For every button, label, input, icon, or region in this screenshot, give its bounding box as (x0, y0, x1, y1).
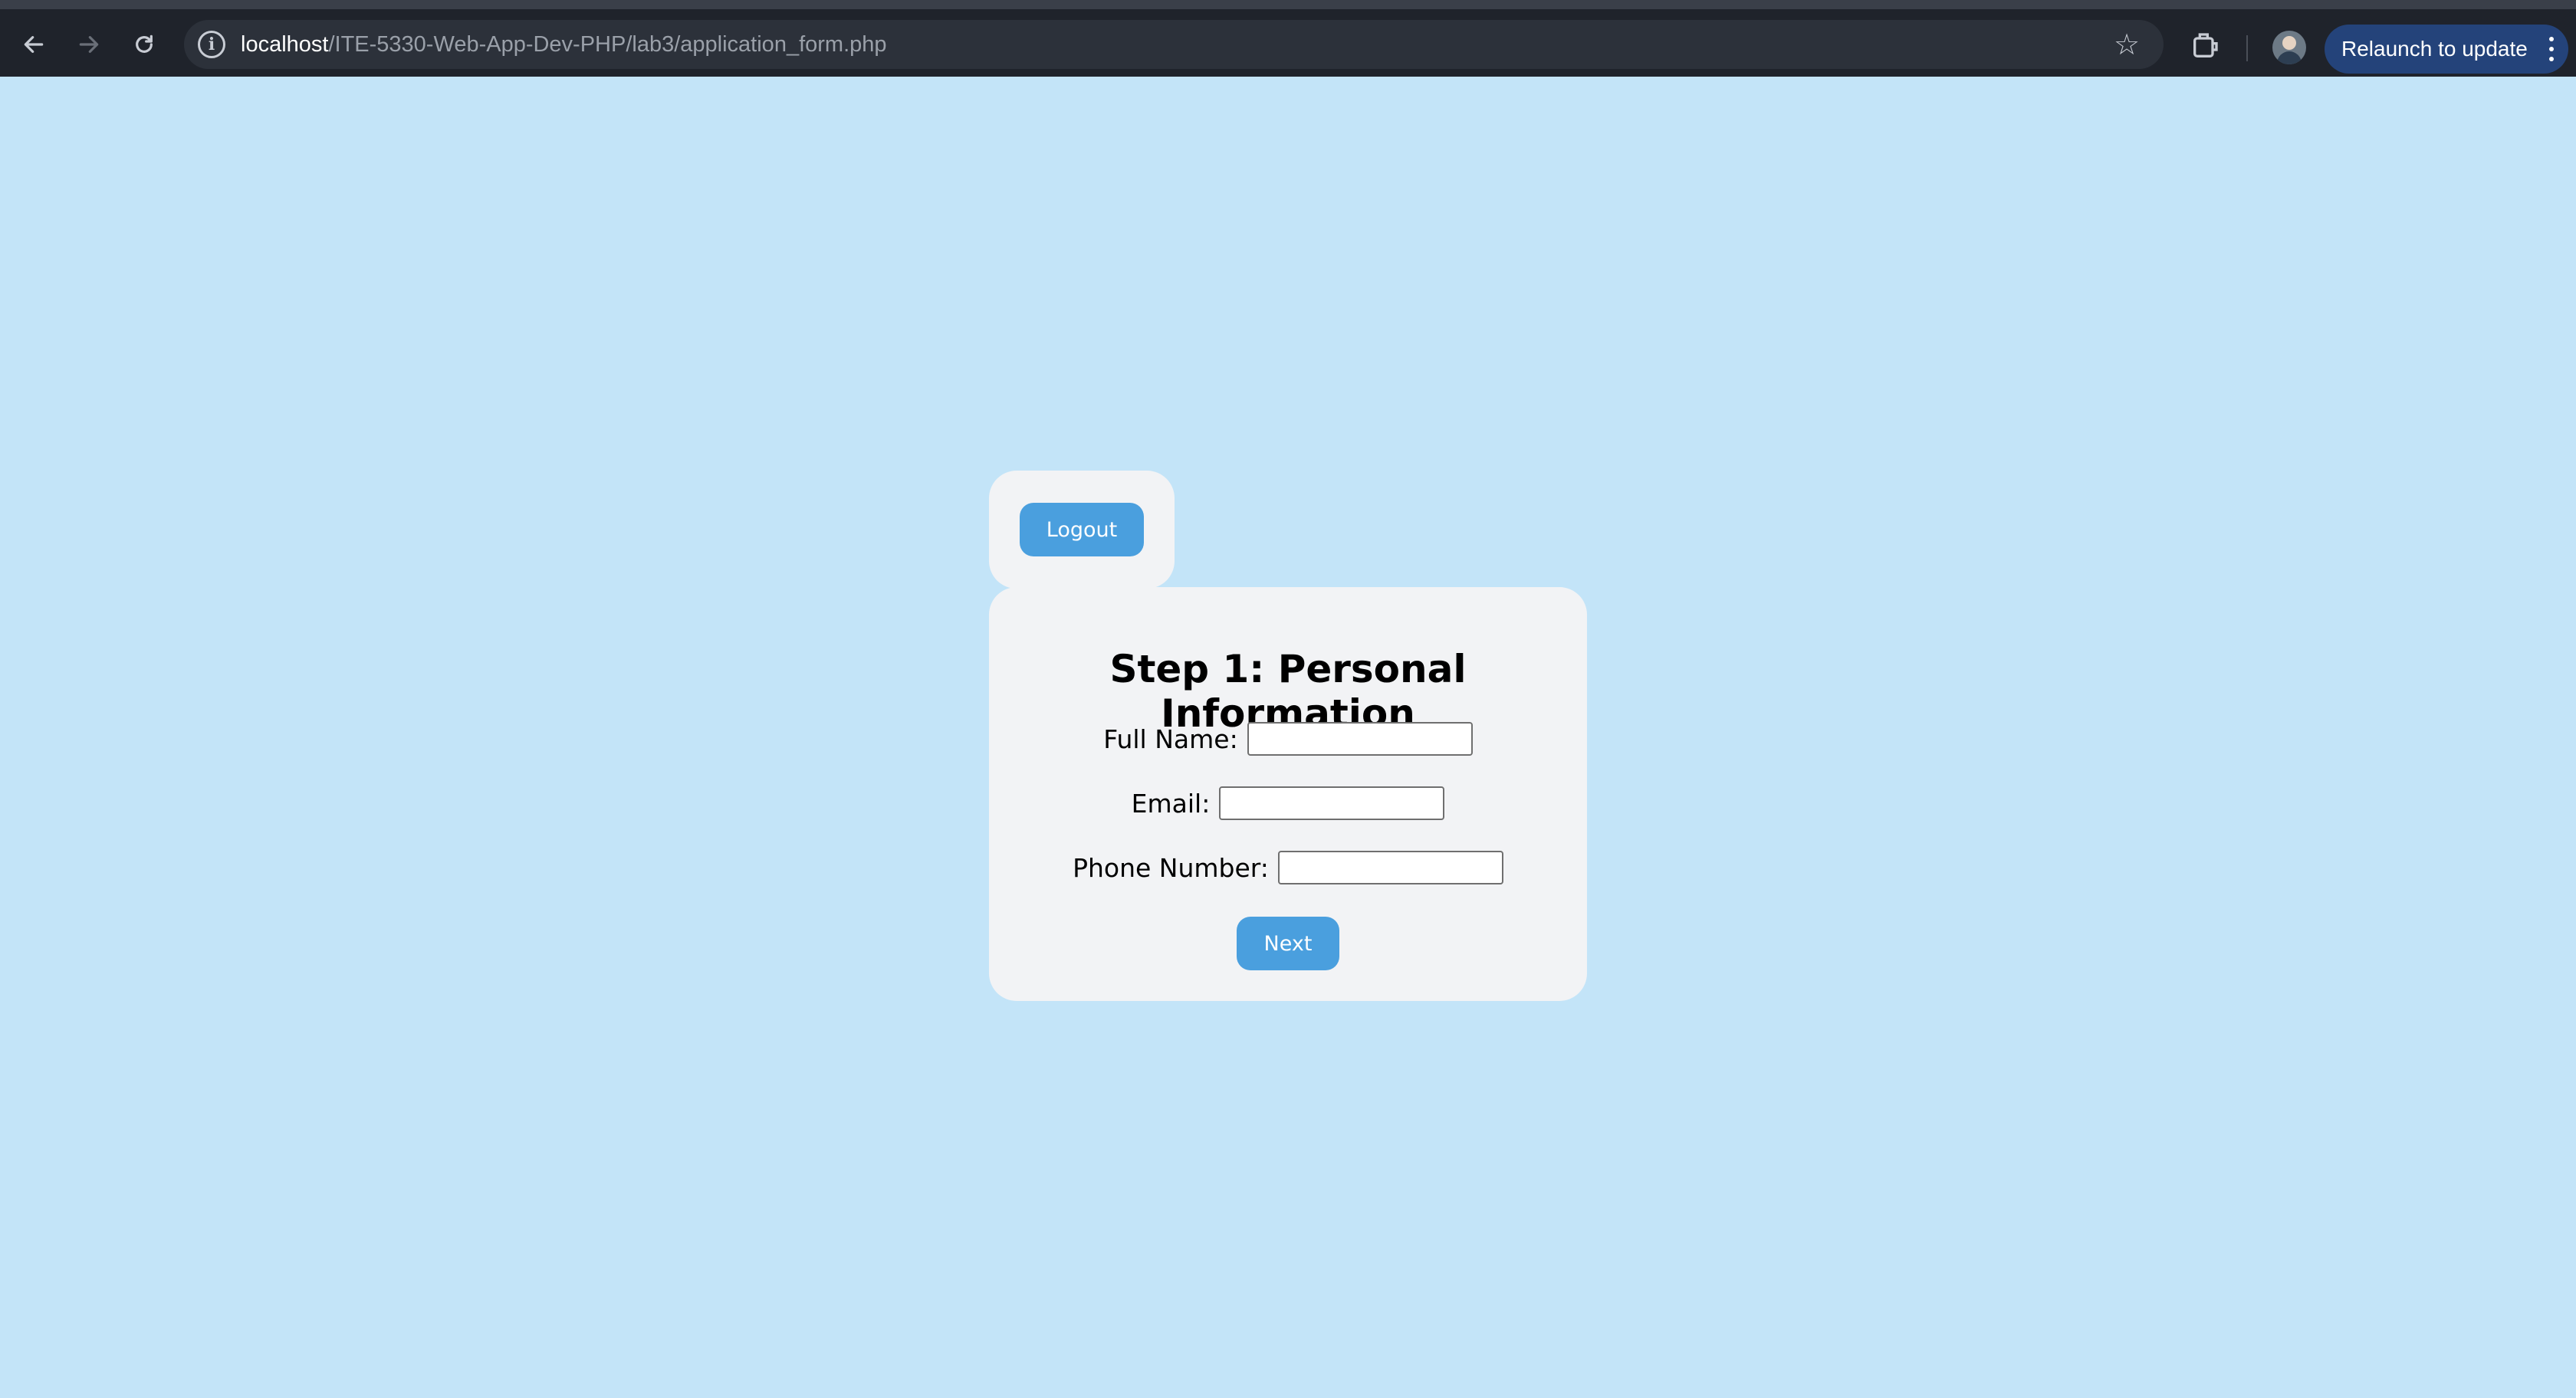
relaunch-button[interactable]: Relaunch to update (2325, 25, 2568, 74)
phone-row: Phone Number: (989, 851, 1587, 884)
logout-button[interactable]: Logout (1020, 503, 1144, 556)
back-button[interactable] (11, 21, 57, 67)
browser-toolbar: i localhost/ITE-5330-Web-App-Dev-PHP/lab… (0, 0, 2576, 77)
url-host: localhost (241, 31, 329, 57)
arrow-right-icon (79, 36, 99, 53)
reload-icon (136, 34, 153, 53)
full-name-row: Full Name: (989, 722, 1587, 756)
site-info-icon[interactable]: i (198, 31, 225, 58)
email-input[interactable] (1219, 786, 1445, 820)
forward-button[interactable] (66, 21, 112, 67)
more-vert-icon (2548, 37, 2555, 61)
email-label: Email: (1131, 788, 1211, 819)
phone-label: Phone Number: (1073, 852, 1269, 883)
toolbar-divider (2246, 35, 2248, 61)
bookmark-star-icon[interactable]: ☆ (2107, 25, 2147, 64)
phone-input[interactable] (1277, 851, 1503, 884)
next-button[interactable]: Next (1237, 917, 1339, 970)
profile-avatar[interactable] (2272, 31, 2306, 64)
arrow-left-icon (24, 36, 44, 53)
full-name-label: Full Name: (1103, 724, 1238, 754)
address-bar[interactable]: i localhost/ITE-5330-Web-App-Dev-PHP/lab… (184, 20, 2164, 69)
url-text[interactable]: localhost/ITE-5330-Web-App-Dev-PHP/lab3/… (241, 20, 887, 69)
full-name-input[interactable] (1247, 722, 1473, 756)
application-form: Step 1: Personal Information Full Name: … (989, 587, 1587, 1001)
logout-container: Logout (989, 471, 1175, 589)
email-row: Email: (989, 786, 1587, 820)
url-path: /ITE-5330-Web-App-Dev-PHP/lab3/applicati… (328, 31, 887, 57)
reload-button[interactable] (121, 21, 167, 67)
extensions-icon[interactable] (2183, 25, 2226, 67)
relaunch-label: Relaunch to update (2341, 37, 2528, 61)
